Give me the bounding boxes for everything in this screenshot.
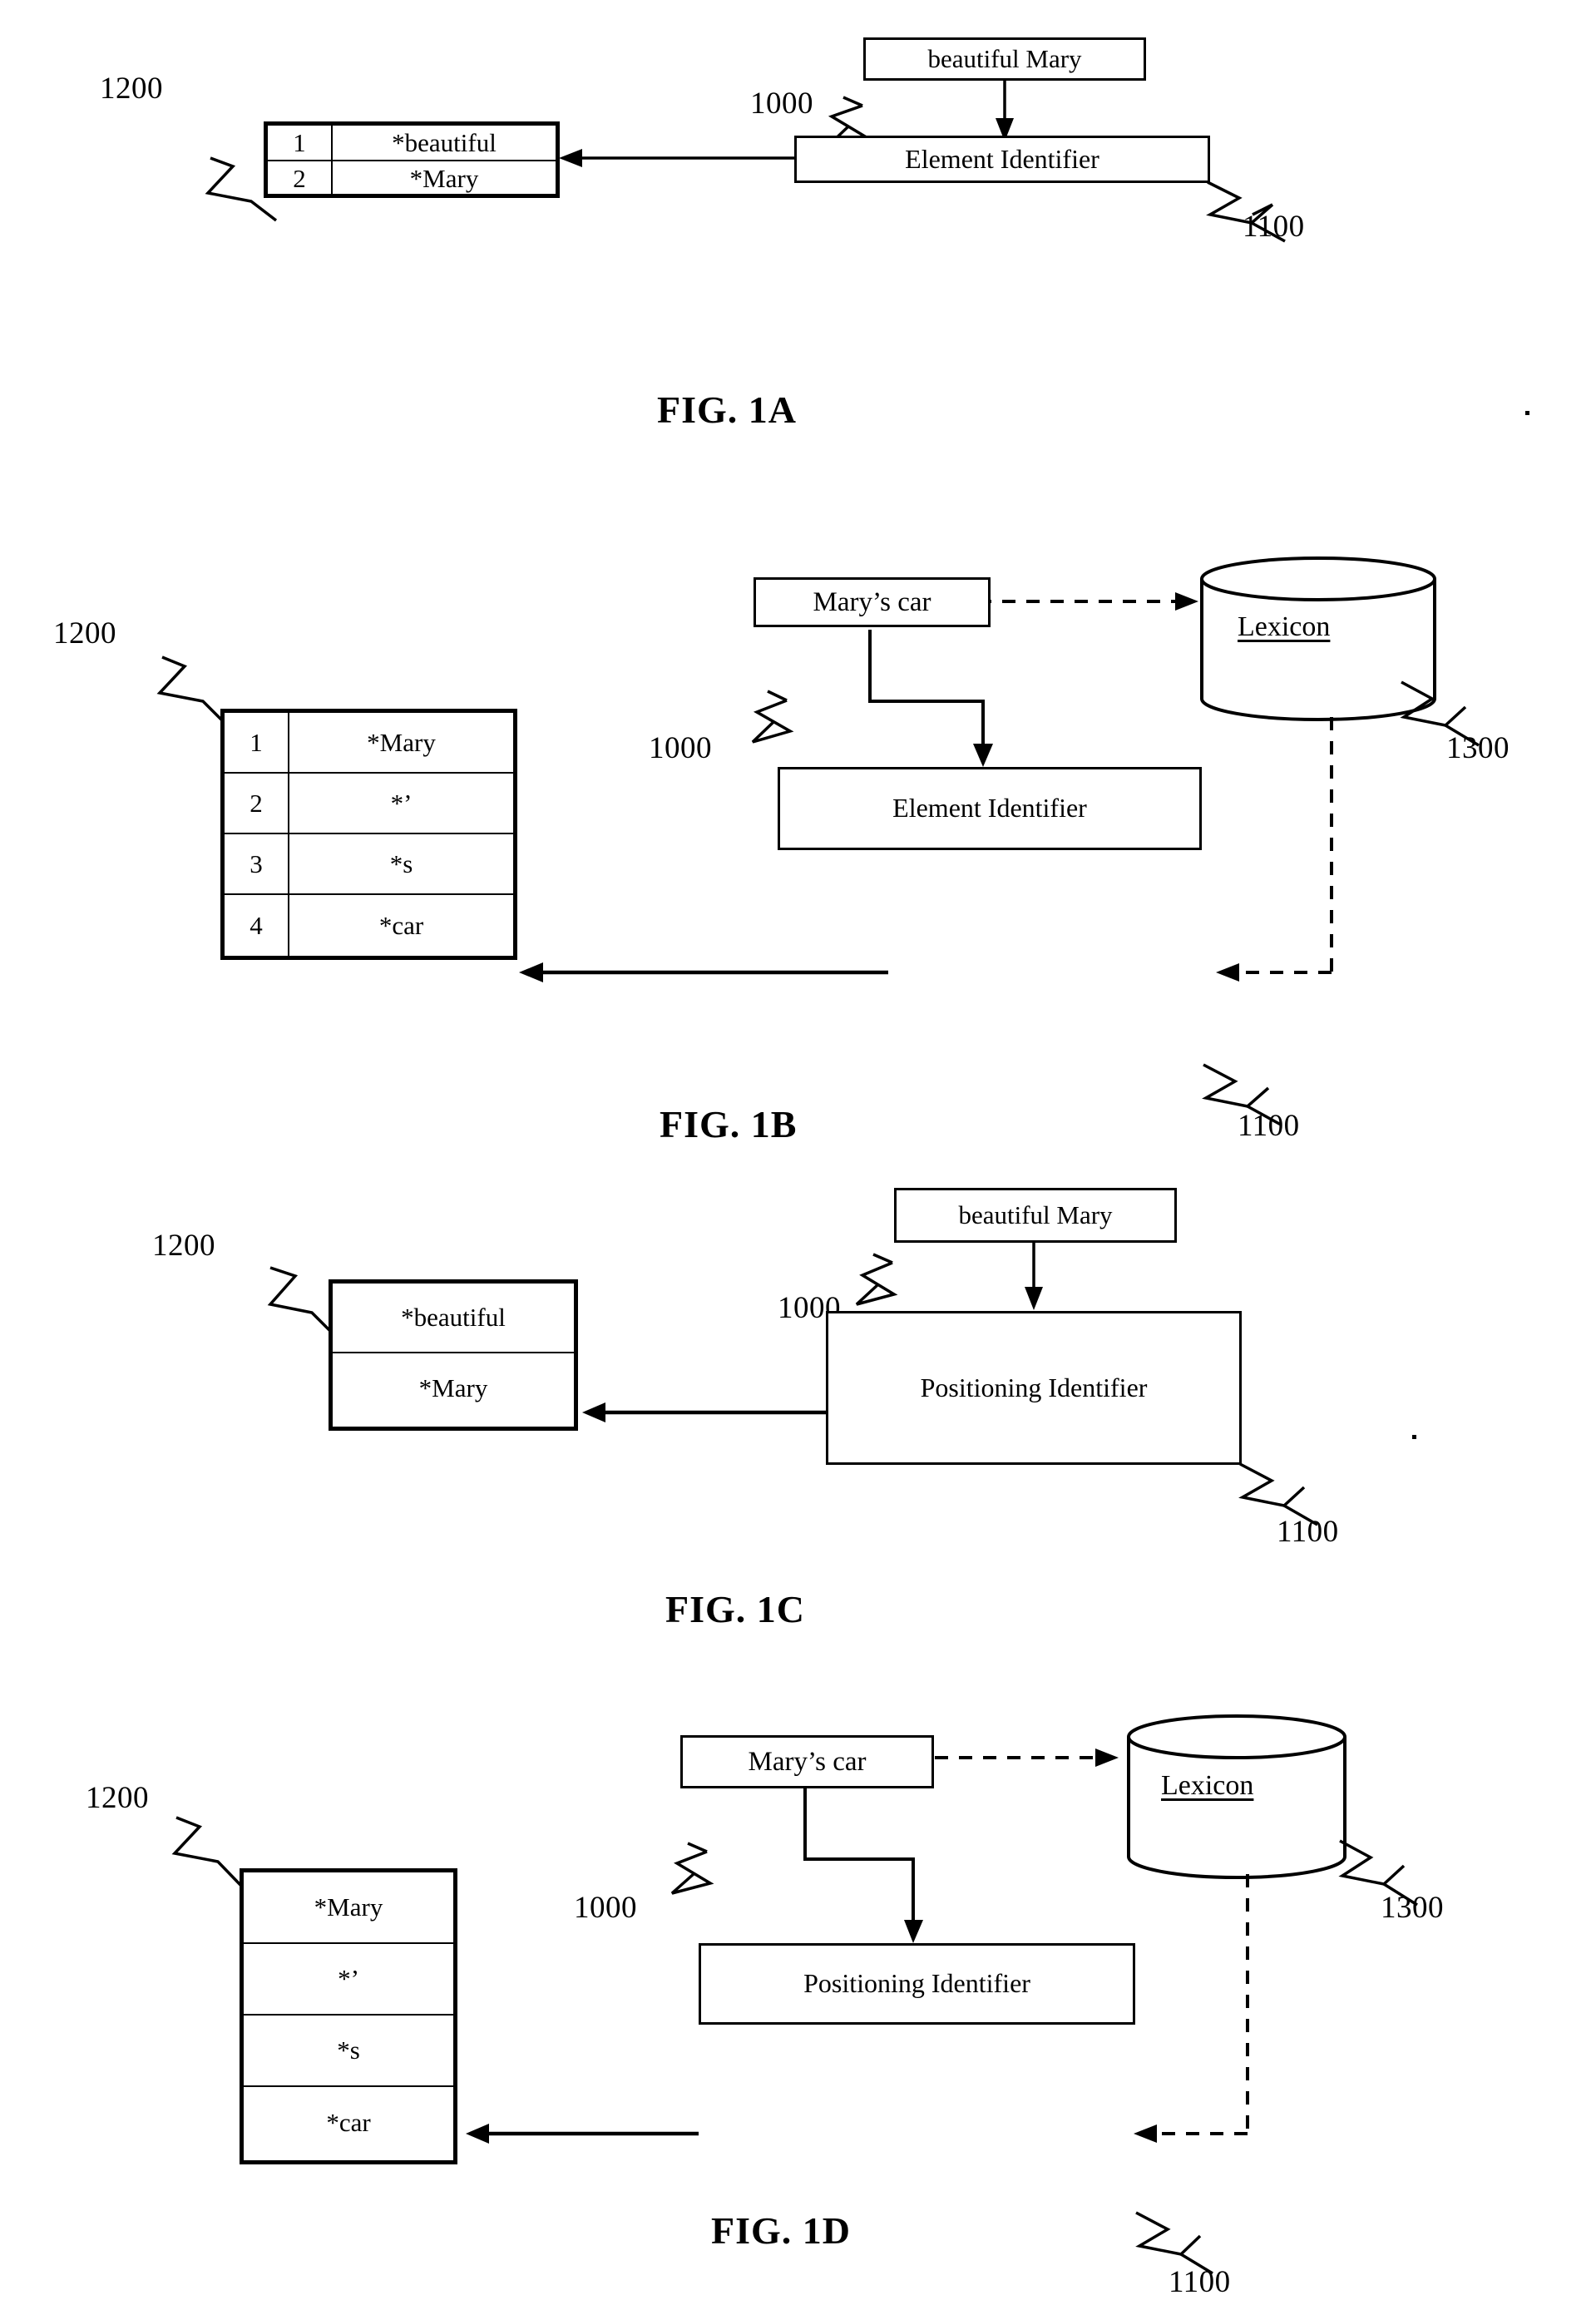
leader-line-1100 (1238, 1462, 1306, 1507)
row-value-cell: *s (337, 2035, 360, 2065)
input-sentence-box: Mary’s car (680, 1735, 934, 1788)
figure-caption-1a: FIG. 1A (657, 388, 797, 431)
arrow-input-to-processor (803, 1788, 915, 1928)
input-sentence-box: beautiful Mary (894, 1188, 1177, 1243)
element-list-table: *Mary *’ *s *car (240, 1868, 457, 2164)
processor-box-label: Positioning Identifier (920, 1372, 1148, 1402)
row-value-cell: *’ (390, 788, 413, 818)
row-value-cell: *Mary (418, 1373, 488, 1402)
element-list-table: 1 *beautiful 2 *Mary (264, 121, 560, 198)
table-row: *Mary (333, 1353, 574, 1423)
row-value-cell: *s (389, 848, 413, 878)
leader-line-1200 (171, 1816, 243, 1887)
lexicon-label: Lexicon (1161, 1770, 1254, 1801)
figure-1a: beautiful Mary 1000 Element Identifier 1… (0, 0, 1596, 466)
ref-label-1000: 1000 (574, 1891, 637, 1925)
input-sentence-box: Mary’s car (754, 577, 991, 627)
row-value-cell: *beautiful (401, 1303, 506, 1332)
element-list-table: 1 *Mary 2 *’ 3 *s 4 *car (220, 709, 517, 960)
table-row: 2 *Mary (268, 161, 556, 195)
table-row: 1 *Mary (225, 713, 513, 774)
input-sentence-label: Mary’s car (813, 586, 931, 617)
scan-artifact-speck (1525, 411, 1529, 415)
ref-label-1000: 1000 (649, 731, 712, 765)
table-row: 4 *car (225, 895, 513, 956)
table-row: *’ (244, 1944, 453, 2016)
figure-1c-connectors (267, 1243, 1318, 1526)
leader-line-1000 (855, 1261, 898, 1306)
row-index-cell: 1 (225, 713, 289, 772)
ref-label-1100: 1100 (1169, 2265, 1231, 2299)
figure-caption-1b: FIG. 1B (660, 1103, 798, 1145)
row-value-cell: *Mary (367, 727, 436, 757)
table-row: *s (244, 2016, 453, 2087)
input-sentence-box: beautiful Mary (863, 37, 1146, 81)
processor-box: Positioning Identifier (699, 1943, 1135, 2025)
table-row: *car (244, 2087, 453, 2159)
processor-box: Element Identifier (778, 767, 1202, 850)
ref-label-1200: 1200 (53, 616, 116, 650)
ref-label-1100: 1100 (1243, 210, 1305, 244)
figure-1b: Mary’s car 1000 Element Identifier 1100 … (0, 549, 1596, 1165)
figure-1d: Mary’s car 1000 Positioning Identifier 1… (0, 1705, 1596, 2299)
ref-label-1200: 1200 (86, 1781, 149, 1815)
ref-label-1200: 1200 (152, 1229, 215, 1263)
row-value-cell: *’ (338, 1964, 359, 1993)
processor-box: Positioning Identifier (826, 1311, 1242, 1465)
ref-label-1100: 1100 (1238, 1109, 1300, 1143)
figure-caption-1d: FIG. 1D (711, 2209, 851, 2252)
figure-1a-connectors (205, 80, 1286, 243)
input-sentence-label: beautiful Mary (958, 1199, 1113, 1229)
ref-label-1300: 1300 (1446, 731, 1510, 765)
figure-caption-1c: FIG. 1C (665, 1588, 805, 1630)
row-index-cell: 2 (225, 774, 289, 833)
row-index-cell: 4 (225, 895, 289, 956)
input-sentence-label: beautiful Mary (927, 43, 1082, 73)
leader-line-1000 (670, 1850, 714, 1895)
table-row: 3 *s (225, 834, 513, 895)
row-index-cell: 3 (225, 834, 289, 893)
figure-1c: beautiful Mary 1000 Positioning Identifi… (0, 1148, 1596, 1664)
leader-line-1300 (1338, 1839, 1406, 1886)
processor-box-label: Positioning Identifier (803, 1968, 1030, 1999)
processor-box-label: Element Identifier (905, 143, 1099, 174)
processor-box-label: Element Identifier (892, 793, 1087, 824)
row-value-cell: *Mary (409, 163, 479, 193)
leader-line-1200 (156, 655, 228, 726)
row-value-cell: *car (378, 910, 424, 940)
leader-line-1100 (1135, 2211, 1202, 2256)
ref-label-1300: 1300 (1381, 1891, 1444, 1925)
row-value-cell: *Mary (314, 1892, 383, 1922)
processor-box: Element Identifier (794, 136, 1210, 183)
leader-line-1000 (751, 699, 794, 744)
ref-label-1000: 1000 (750, 87, 813, 121)
lexicon-label: Lexicon (1238, 611, 1331, 642)
leader-line-1200 (267, 1266, 336, 1337)
input-sentence-label: Mary’s car (748, 1746, 867, 1777)
scan-artifact-speck (1412, 1435, 1416, 1439)
row-index-cell: 2 (268, 161, 333, 195)
element-list-table: *beautiful *Mary (329, 1279, 578, 1431)
table-row: *Mary (244, 1872, 453, 1944)
leader-line-1100 (1202, 1063, 1270, 1108)
ref-label-1200: 1200 (100, 72, 163, 106)
row-value-cell: *car (326, 2108, 371, 2137)
row-index-cell: 1 (268, 126, 333, 160)
arrow-input-to-processor (868, 630, 985, 751)
table-row: 2 *’ (225, 774, 513, 834)
table-row: 1 *beautiful (268, 126, 556, 161)
row-value-cell: *beautiful (392, 127, 497, 157)
ref-label-1100: 1100 (1277, 1515, 1339, 1549)
table-row: *beautiful (333, 1284, 574, 1353)
